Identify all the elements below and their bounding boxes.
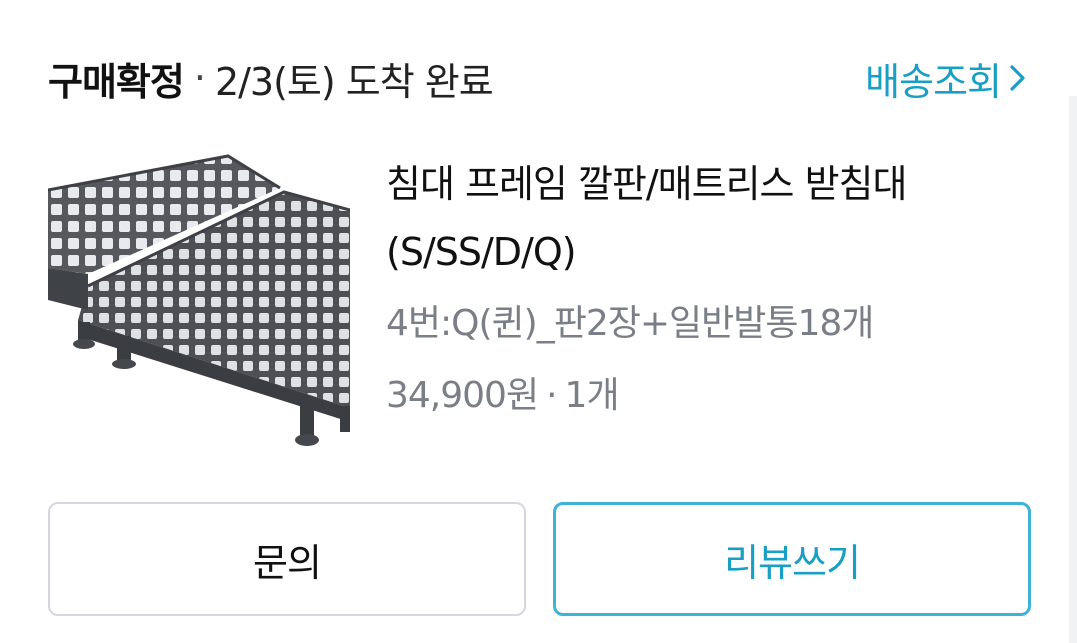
track-delivery-label: 배송조회	[865, 59, 1002, 104]
product-title[interactable]: 침대 프레임 깔판/매트리스 받침대 (S/SS/D/Q)	[386, 150, 1026, 286]
write-review-button-label: 리뷰쓰기	[724, 540, 861, 585]
product-item[interactable]: 침대 프레임 깔판/매트리스 받침대 (S/SS/D/Q) 4번:Q(퀸)_판2…	[47, 150, 1038, 460]
product-quantity: 1개	[564, 375, 620, 416]
inquiry-button[interactable]: 문의	[48, 502, 526, 616]
scrollbar-track[interactable]	[1069, 96, 1077, 643]
status-label: 구매확정	[48, 59, 185, 104]
product-thumbnail[interactable]	[47, 150, 351, 458]
order-status: 구매확정 · 2/3(토) 도착 완료	[48, 51, 494, 106]
price-quantity-row: 34,900원 · 1개	[386, 360, 1026, 432]
price-separator: ·	[546, 375, 557, 416]
bed-frame-platform-image	[47, 154, 351, 446]
order-header: 구매확정 · 2/3(토) 도착 완료 배송조회	[48, 46, 1029, 110]
product-option: 4번:Q(퀸)_판2장+일반발통18개	[386, 303, 874, 344]
chevron-right-icon	[1007, 62, 1029, 94]
track-delivery-link[interactable]: 배송조회	[865, 51, 1029, 106]
delivery-status-text: 2/3(토) 도착 완료	[214, 59, 494, 104]
order-card: 구매확정 · 2/3(토) 도착 완료 배송조회 침대 프레임 깔판/매트리스 …	[0, 0, 1077, 643]
product-info: 침대 프레임 깔판/매트리스 받침대 (S/SS/D/Q) 4번:Q(퀸)_판2…	[386, 150, 1026, 432]
status-separator: ·	[193, 56, 206, 100]
product-price: 34,900원	[386, 375, 539, 416]
product-title-line1: 침대 프레임 깔판/매트리스 받침대	[386, 162, 907, 206]
inquiry-button-label: 문의	[253, 540, 322, 585]
product-title-line2: (S/SS/D/Q)	[386, 230, 577, 274]
write-review-button[interactable]: 리뷰쓰기	[553, 502, 1031, 616]
